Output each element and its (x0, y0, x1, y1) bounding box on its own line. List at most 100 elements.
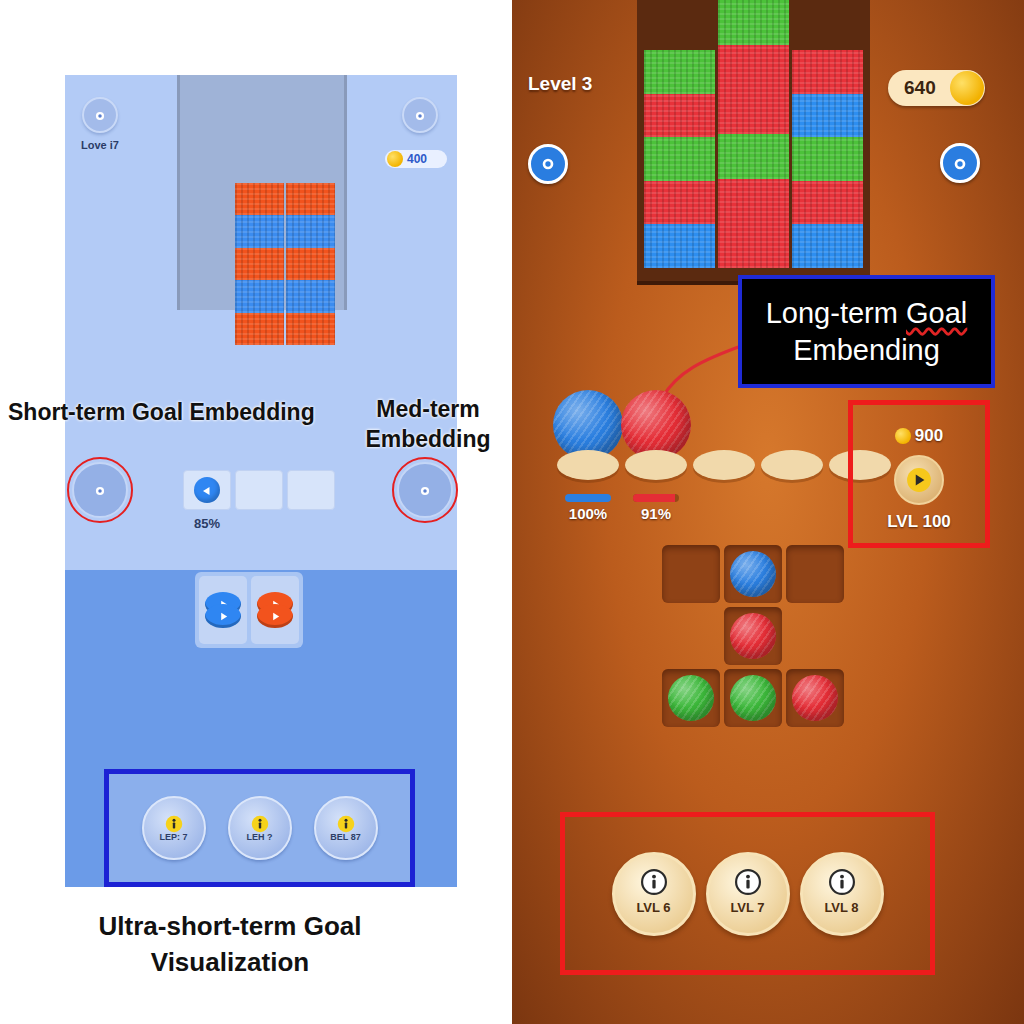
slot-plate (693, 450, 755, 480)
med-term-goal-button[interactable] (397, 462, 453, 518)
yarn-shelf (637, 0, 870, 285)
spool[interactable] (199, 576, 247, 644)
yarn-column[interactable] (644, 50, 715, 268)
info-icon (735, 869, 761, 895)
yarn-ball[interactable] (730, 675, 776, 721)
yarn-column[interactable] (718, 0, 789, 268)
yarn-ball[interactable] (730, 613, 776, 659)
slot[interactable] (183, 470, 231, 510)
info-icon (251, 811, 269, 829)
spool-slot[interactable] (761, 390, 823, 480)
tray-cell[interactable] (724, 607, 782, 665)
spool[interactable] (251, 576, 299, 644)
slot-row (183, 470, 335, 510)
yarn-ball[interactable] (668, 675, 714, 721)
info-icon (829, 869, 855, 895)
yarn-stripe (718, 0, 789, 45)
yarn-stripe (792, 94, 863, 138)
profile-button[interactable]: Love i7 (73, 97, 127, 154)
level-button[interactable]: LVL 8 (800, 852, 884, 936)
spool-slot[interactable]: 91% (625, 390, 687, 526)
tray-row (662, 545, 844, 603)
tray-cell[interactable] (786, 545, 844, 603)
slot[interactable] (287, 470, 335, 510)
annotation-underlined-text: Goal (906, 295, 967, 331)
coin-amount: 400 (407, 150, 427, 168)
yarn-stripe (644, 50, 715, 94)
slot[interactable] (235, 470, 283, 510)
coin-icon (950, 71, 984, 105)
settings-icon (952, 151, 968, 175)
yarn-ball[interactable] (730, 551, 776, 597)
knit-stripe (235, 248, 284, 280)
shop-button[interactable] (528, 144, 568, 184)
knit-column (235, 183, 284, 345)
level-button-label: BEL 87 (330, 831, 360, 845)
progress-reading: 100% (569, 503, 607, 526)
yarn-stripe (644, 224, 715, 268)
level-button[interactable]: LVL 7 (706, 852, 790, 936)
annotation-text: Short-term Goal Embedding (8, 399, 315, 425)
profile-button-circle[interactable] (82, 97, 118, 133)
progress-fill (633, 494, 675, 502)
settings-button[interactable] (402, 97, 438, 133)
level-button[interactable]: LEH ? (228, 796, 292, 860)
slot-plate (557, 450, 619, 480)
slot-token[interactable] (194, 477, 220, 503)
yarn-ball[interactable] (792, 675, 838, 721)
goal-icon (93, 478, 107, 502)
yarn-stripe (644, 181, 715, 225)
info-icon (165, 811, 183, 829)
profile-label: Love i7 (81, 137, 119, 154)
game-screen: Level 3640 100%91% LVL 6LVL 7LVL 8 Long-… (512, 0, 1024, 1024)
knit-stripe (286, 183, 335, 215)
rail (177, 75, 347, 310)
settings-button[interactable] (940, 143, 980, 183)
slot-group: 85% (183, 470, 335, 534)
yarn-stripe (792, 181, 863, 225)
slot-plate (761, 450, 823, 480)
level-button-label: LEP: 7 (159, 831, 187, 845)
level-button-label: LVL 6 (636, 898, 670, 918)
knit-stripe (235, 183, 284, 215)
goal-icon (418, 478, 432, 502)
tray-cell[interactable] (724, 669, 782, 727)
settings-icon (413, 103, 427, 127)
mockup-panel: Love i7 400 85% LEP: 7 LEH ? BEL 87 Ultra-… (0, 0, 512, 1024)
level-button[interactable]: LVL 6 (612, 852, 696, 936)
level-button-label: LVL 7 (730, 898, 764, 918)
ultra-short-term-caption: Ultra-short-term GoalVisualization (65, 909, 395, 981)
arrow-left-icon (201, 478, 213, 502)
knit-stripe (235, 280, 284, 312)
mockup-screen: Love i7 400 85% LEP: 7 LEH ? BEL 87 (65, 75, 457, 887)
level-button[interactable]: BEL 87 (314, 796, 378, 860)
level-button-label: LVL 8 (824, 898, 858, 918)
progress-track (633, 494, 679, 502)
slot-plate (829, 450, 891, 480)
tray-cell[interactable] (662, 669, 720, 727)
annotation-line: Embending (793, 332, 940, 368)
coin-icon (387, 151, 403, 167)
spool-disc (205, 604, 241, 628)
play-button[interactable] (894, 455, 944, 505)
level-button[interactable]: LEP: 7 (142, 796, 206, 860)
tray-cell[interactable] (662, 545, 720, 603)
info-icon (337, 811, 355, 829)
annotation-text: Long-term (766, 295, 898, 331)
tray-row (662, 607, 844, 665)
short-term-annotation: Short-term Goal Embedding (8, 395, 315, 430)
yarn-column[interactable] (792, 50, 863, 268)
play-icon (906, 467, 932, 493)
tray-row (662, 669, 844, 727)
yarn-stripe (718, 223, 789, 268)
profile-icon (93, 103, 107, 127)
coin-amount: 640 (904, 74, 936, 103)
knit-stripe (286, 313, 335, 345)
tray-cell[interactable] (786, 669, 844, 727)
short-term-goal-button[interactable] (72, 462, 128, 518)
tray-cell[interactable] (724, 545, 782, 603)
spool-slot[interactable]: 100% (557, 390, 619, 526)
spool-slot[interactable] (693, 390, 755, 480)
progress-label: 85% (183, 514, 231, 534)
spool-area: LEP: 7 LEH ? BEL 87 (65, 570, 457, 887)
